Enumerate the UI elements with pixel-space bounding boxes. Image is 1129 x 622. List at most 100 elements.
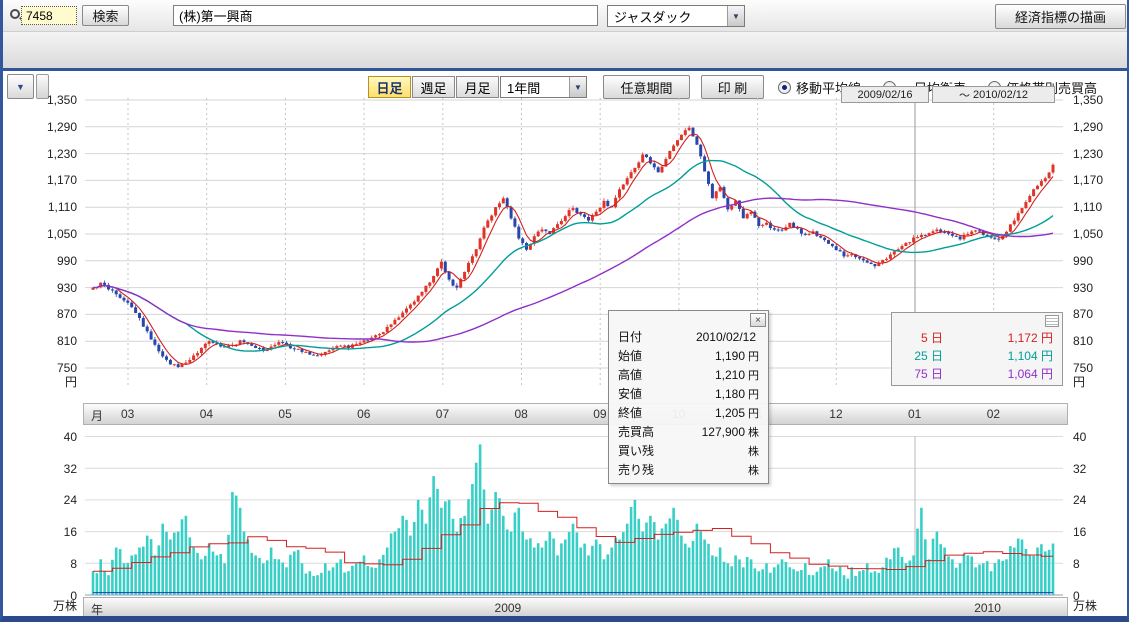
tooltip-row-unit: 円	[748, 405, 759, 421]
stock-chart-window: 検索 ジャスダック ▼ 経済指標の描画 ▼ 日足 週足 月足 1年間 ▼ 任意期…	[0, 0, 1129, 622]
month-label: 04	[200, 407, 213, 421]
legend-row-value: 1,064 円	[1008, 365, 1053, 382]
market-select[interactable]: ジャスダック ▼	[607, 5, 745, 27]
legend-row-label: 75 日	[901, 365, 943, 382]
legend-row: 5 日 1,172 円	[892, 328, 1062, 346]
tooltip-row-unit: 円	[748, 348, 759, 364]
price-axis-label: 1,290	[29, 120, 77, 134]
price-axis-label: 1,110	[29, 200, 77, 214]
price-axis-unit: 円	[1073, 375, 1125, 389]
date-range-start: 2009/02/16	[841, 86, 929, 103]
price-axis-label: 870	[1073, 307, 1125, 321]
month-axis-header: 月	[91, 407, 103, 424]
volume-axis-label: 40	[1073, 430, 1125, 444]
tooltip-row-label: 終値	[618, 404, 642, 421]
year-label: 2009	[495, 601, 522, 615]
volume-axis-label: 0	[1073, 589, 1125, 603]
tooltip-row-label: 日付	[618, 328, 642, 345]
tooltip-row-label: 安値	[618, 385, 642, 402]
ma-legend-rows: 5 日 1,172 円 25 日 1,104 円 75 日 1,064 円	[892, 313, 1062, 382]
price-axis-label: 990	[29, 254, 77, 268]
date-range-separator: ～	[959, 87, 970, 103]
legend-row-value: 1,172 円	[1008, 329, 1053, 346]
legend-row: 75 日 1,064 円	[892, 364, 1062, 382]
quote-tooltip: × 日付2010/02/12始値1,190円高値1,210円安値1,180円終値…	[608, 310, 769, 484]
price-axis-label: 870	[29, 307, 77, 321]
search-button[interactable]: 検索	[82, 5, 129, 26]
tooltip-row-unit: 円	[748, 367, 759, 383]
tooltip-row-value: 1,190	[715, 349, 745, 363]
volume-axis-unit: 万株	[1073, 599, 1125, 613]
volume-axis-label: 16	[29, 525, 77, 539]
tooltip-row: 高値1,210円	[609, 365, 768, 384]
volume-axis-label: 8	[29, 557, 77, 571]
year-axis-band: 年 20092010	[83, 597, 1068, 617]
volume-chart-canvas[interactable]	[83, 428, 1068, 598]
tooltip-row-label: 売り残	[618, 461, 654, 478]
price-axis-label: 1,050	[1073, 227, 1125, 241]
volume-axis-label: 8	[1073, 557, 1125, 571]
price-axis-label: 750	[1073, 361, 1125, 375]
month-label: 03	[121, 407, 134, 421]
ma-legend: 5 日 1,172 円 25 日 1,104 円 75 日 1,064 円	[891, 312, 1063, 386]
tooltip-row-label: 売買高	[618, 423, 654, 440]
date-range-end-value: 2010/02/12	[973, 89, 1028, 101]
month-label: 06	[357, 407, 370, 421]
price-axis-label: 930	[1073, 281, 1125, 295]
month-label: 02	[987, 407, 1000, 421]
tooltip-row: 安値 1,180円	[609, 384, 768, 403]
legend-row-label: 5 日	[901, 329, 943, 346]
legend-row: 25 日 1,104 円	[892, 346, 1062, 364]
year-axis-header: 年	[91, 601, 103, 618]
chevron-down-icon[interactable]: ▼	[727, 6, 744, 26]
volume-axis-label: 24	[1073, 493, 1125, 507]
tooltip-row: 売り残株	[609, 460, 768, 479]
tooltip-row-value: 1,205	[715, 406, 745, 420]
close-icon[interactable]: ×	[750, 313, 766, 327]
price-axis-label: 810	[1073, 334, 1125, 348]
volume-axis-label: 40	[29, 430, 77, 444]
tooltip-row-label: 買い残	[618, 442, 654, 459]
toolbar-separator	[36, 74, 49, 99]
tooltip-row-value: 1,210	[715, 368, 745, 382]
month-label: 08	[515, 407, 528, 421]
volume-axis-label: 16	[1073, 525, 1125, 539]
legend-row-value: 1,104 円	[1008, 347, 1053, 364]
month-label: 07	[436, 407, 449, 421]
month-label: 01	[908, 407, 921, 421]
price-axis-label: 750	[29, 361, 77, 375]
price-axis-label: 1,290	[1073, 120, 1125, 134]
tooltip-row: 売買高 127,900株	[609, 422, 768, 441]
price-axis-label: 1,230	[1073, 147, 1125, 161]
market-select-value: ジャスダック	[614, 7, 691, 26]
price-axis-label: 930	[29, 281, 77, 295]
chart-menu-dropdown-button[interactable]: ▼	[7, 74, 34, 99]
price-axis-label: 1,050	[29, 227, 77, 241]
month-label: 05	[278, 407, 291, 421]
quote-tooltip-rows: 日付2010/02/12始値1,190円高値1,210円安値1,180円終値1,…	[609, 327, 768, 479]
stock-code-input[interactable]	[21, 6, 77, 25]
tooltip-row-unit: 株	[748, 424, 759, 440]
date-range-end: ～ 2010/02/12	[932, 86, 1055, 103]
top-toolbar: 検索 ジャスダック ▼ 経済指標の描画	[3, 0, 1127, 32]
price-axis-unit: 円	[29, 375, 77, 389]
price-axis-label: 1,170	[29, 173, 77, 187]
tooltip-row: 買い残 株	[609, 441, 768, 460]
price-axis-label: 990	[1073, 254, 1125, 268]
price-axis-label: 810	[29, 334, 77, 348]
month-axis-band: 月 030405060708091011120102	[83, 403, 1068, 425]
company-name-input[interactable]	[173, 5, 598, 26]
legend-menu-icon[interactable]	[1045, 315, 1059, 327]
price-axis-label: 1,170	[1073, 173, 1125, 187]
tooltip-row-unit: 円	[748, 386, 759, 402]
date-range-start-value: 2009/02/16	[857, 89, 912, 101]
tooltip-row-value: 1,180	[715, 387, 745, 401]
legend-row-label: 25 日	[901, 347, 943, 364]
tooltip-row: 始値1,190円	[609, 346, 768, 365]
volume-axis-label: 24	[29, 493, 77, 507]
economic-indicator-button[interactable]: 経済指標の描画	[995, 4, 1126, 29]
search-icon	[10, 9, 20, 19]
tooltip-row-unit: 株	[748, 443, 759, 459]
tooltip-row-value: 127,900	[702, 425, 745, 439]
month-label: 12	[829, 407, 842, 421]
